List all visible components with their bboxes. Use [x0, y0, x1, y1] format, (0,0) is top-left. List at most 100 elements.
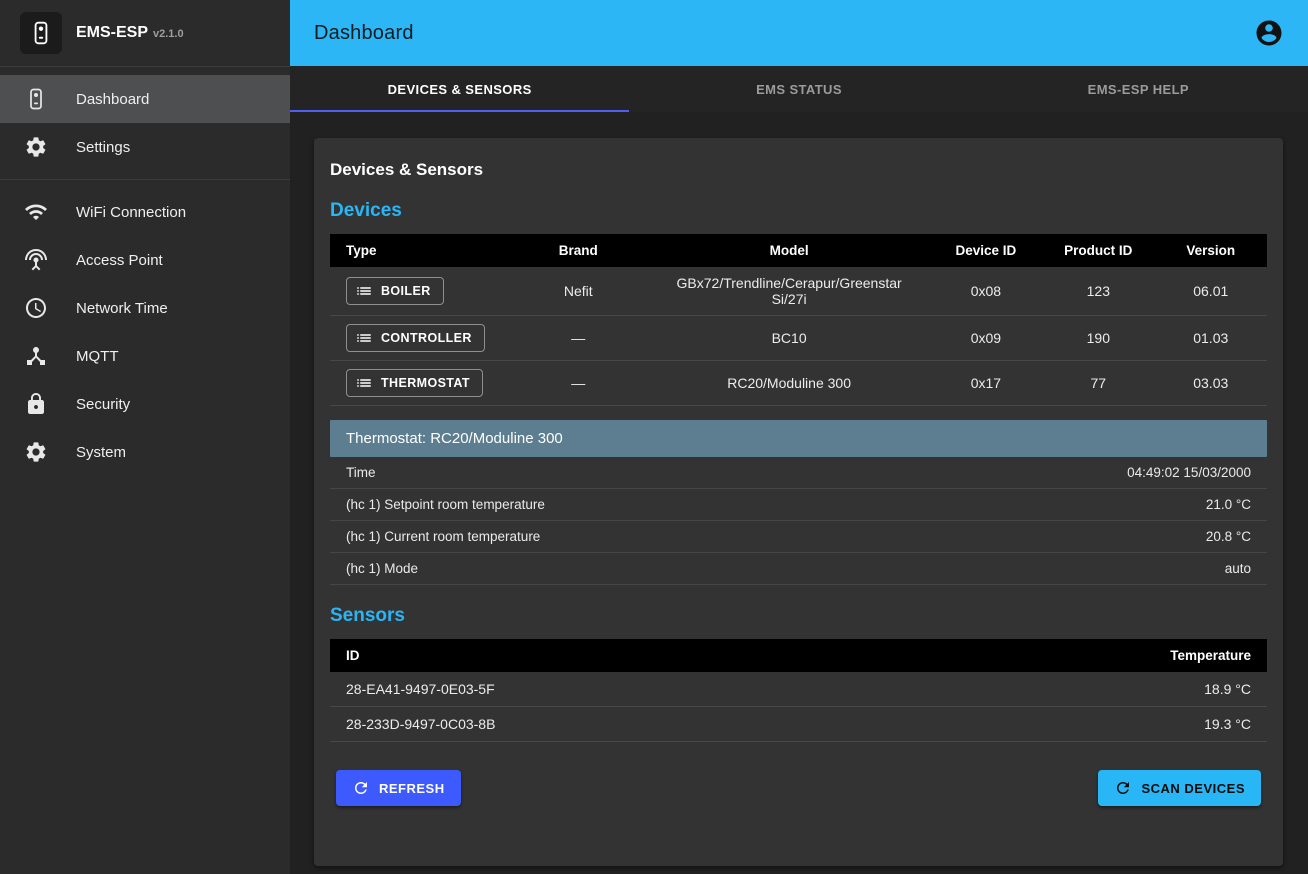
- lock-icon: [24, 392, 48, 416]
- sensor-temperature: 18.9 °C: [908, 672, 1267, 707]
- page-title: Dashboard: [314, 22, 414, 45]
- sidebar-divider: [0, 179, 290, 180]
- sidebar-item-dashboard[interactable]: Dashboard: [0, 75, 290, 123]
- device-brand: —: [508, 361, 649, 406]
- column-header-version: Version: [1155, 234, 1267, 267]
- device-type-label: BOILER: [381, 284, 431, 298]
- tab-label: EMS STATUS: [756, 82, 842, 97]
- sidebar-item-label: WiFi Connection: [76, 204, 186, 221]
- device-version: 03.03: [1155, 361, 1267, 406]
- refresh-icon: [1114, 779, 1132, 797]
- detail-value: 21.0 °C: [1206, 497, 1251, 512]
- gear-icon: [24, 135, 48, 159]
- detail-label: (hc 1) Setpoint room temperature: [346, 497, 545, 512]
- sidebar-item-system[interactable]: System: [0, 428, 290, 476]
- sensor-id: 28-233D-9497-0C03-8B: [330, 707, 908, 742]
- thermostat-detail-row: Time 04:49:02 15/03/2000: [330, 457, 1267, 489]
- device-icon: [24, 87, 48, 111]
- antenna-icon: [24, 248, 48, 272]
- sidebar-item-security[interactable]: Security: [0, 380, 290, 428]
- sidebar-item-label: MQTT: [76, 348, 119, 365]
- sidebar-item-network-time[interactable]: Network Time: [0, 284, 290, 332]
- card-title: Devices & Sensors: [330, 160, 1267, 180]
- column-header-model: Model: [649, 234, 930, 267]
- column-header-brand: Brand: [508, 234, 649, 267]
- device-brand: —: [508, 316, 649, 361]
- device-row: BOILER Nefit GBx72/Trendline/Cerapur/Gre…: [330, 267, 1267, 316]
- device-row: THERMOSTAT — RC20/Moduline 300 0x17 77 0…: [330, 361, 1267, 406]
- devices-header-row: Type Brand Model Device ID Product ID Ve…: [330, 234, 1267, 267]
- tab-label: DEVICES & SENSORS: [388, 82, 532, 97]
- device-type-button[interactable]: CONTROLLER: [346, 324, 485, 352]
- device-model: RC20/Moduline 300: [649, 361, 930, 406]
- devices-heading: Devices: [330, 200, 1267, 222]
- refresh-button[interactable]: REFRESH: [336, 770, 461, 806]
- list-icon: [355, 282, 373, 300]
- content-area: Devices & Sensors Devices Type Brand Mod…: [290, 112, 1308, 874]
- device-version: 01.03: [1155, 316, 1267, 361]
- devices-table: Type Brand Model Device ID Product ID Ve…: [330, 234, 1267, 406]
- wifi-icon: [24, 200, 48, 224]
- device-type-button[interactable]: BOILER: [346, 277, 444, 305]
- detail-value: 20.8 °C: [1206, 529, 1251, 544]
- app-bar: Dashboard: [290, 0, 1308, 66]
- device-product-id: 77: [1042, 361, 1154, 406]
- list-icon: [355, 329, 373, 347]
- list-icon: [355, 374, 373, 392]
- device-type-button[interactable]: THERMOSTAT: [346, 369, 483, 397]
- sidebar-item-wifi-connection[interactable]: WiFi Connection: [0, 188, 290, 236]
- device-product-id: 190: [1042, 316, 1154, 361]
- thermostat-detail-row: (hc 1) Setpoint room temperature 21.0 °C: [330, 489, 1267, 521]
- sidebar-item-label: Access Point: [76, 252, 163, 269]
- sensors-header-row: ID Temperature: [330, 639, 1267, 672]
- tab-ems-status[interactable]: EMS STATUS: [629, 66, 968, 112]
- app-title: EMS-ESPv2.1.0: [76, 24, 184, 42]
- tab-devices-sensors[interactable]: DEVICES & SENSORS: [290, 66, 629, 112]
- sidebar-item-label: Settings: [76, 139, 130, 156]
- refresh-button-label: REFRESH: [379, 781, 445, 796]
- device-product-id: 123: [1042, 267, 1154, 316]
- device-id: 0x17: [930, 361, 1042, 406]
- sidebar-item-label: Security: [76, 396, 130, 413]
- sidebar-item-settings[interactable]: Settings: [0, 123, 290, 171]
- main-column: Dashboard DEVICES & SENSORS EMS STATUS EMS…: [290, 0, 1308, 874]
- tab-label: EMS-ESP HELP: [1088, 82, 1189, 97]
- app-name: EMS-ESP: [76, 24, 148, 41]
- sensor-row: 28-233D-9497-0C03-8B 19.3 °C: [330, 707, 1267, 742]
- device-row: CONTROLLER — BC10 0x09 190 01.03: [330, 316, 1267, 361]
- column-header-temperature: Temperature: [908, 639, 1267, 672]
- sidebar: EMS-ESPv2.1.0 Dashboard Settings WiFi Co…: [0, 0, 290, 874]
- ems-esp-logo-icon: [20, 12, 62, 54]
- detail-label: Time: [346, 465, 376, 480]
- scan-devices-button-label: SCAN DEVICES: [1141, 781, 1245, 796]
- sensor-temperature: 19.3 °C: [908, 707, 1267, 742]
- thermostat-detail-list: Time 04:49:02 15/03/2000 (hc 1) Setpoint…: [330, 457, 1267, 585]
- sidebar-item-access-point[interactable]: Access Point: [0, 236, 290, 284]
- detail-value: auto: [1225, 561, 1251, 576]
- device-id: 0x09: [930, 316, 1042, 361]
- device-type-label: CONTROLLER: [381, 331, 472, 345]
- devices-sensors-card: Devices & Sensors Devices Type Brand Mod…: [314, 138, 1283, 866]
- sidebar-item-label: System: [76, 444, 126, 461]
- gear-icon: [24, 440, 48, 464]
- sensor-row: 28-EA41-9497-0E03-5F 18.9 °C: [330, 672, 1267, 707]
- device-brand: Nefit: [508, 267, 649, 316]
- hub-icon: [24, 344, 48, 368]
- detail-label: (hc 1) Current room temperature: [346, 529, 540, 544]
- detail-label: (hc 1) Mode: [346, 561, 418, 576]
- thermostat-section-header: Thermostat: RC20/Moduline 300: [330, 420, 1267, 457]
- scan-devices-button[interactable]: SCAN DEVICES: [1098, 770, 1261, 806]
- device-version: 06.01: [1155, 267, 1267, 316]
- thermostat-detail-row: (hc 1) Mode auto: [330, 553, 1267, 585]
- column-header-device-id: Device ID: [930, 234, 1042, 267]
- sidebar-item-mqtt[interactable]: MQTT: [0, 332, 290, 380]
- device-type-label: THERMOSTAT: [381, 376, 470, 390]
- tab-bar: DEVICES & SENSORS EMS STATUS EMS-ESP HELP: [290, 66, 1308, 112]
- detail-value: 04:49:02 15/03/2000: [1127, 465, 1251, 480]
- sensor-id: 28-EA41-9497-0E03-5F: [330, 672, 908, 707]
- sensors-heading: Sensors: [330, 605, 1267, 627]
- column-header-id: ID: [330, 639, 908, 672]
- tab-ems-esp-help[interactable]: EMS-ESP HELP: [969, 66, 1308, 112]
- device-model: BC10: [649, 316, 930, 361]
- account-circle-icon[interactable]: [1254, 18, 1284, 48]
